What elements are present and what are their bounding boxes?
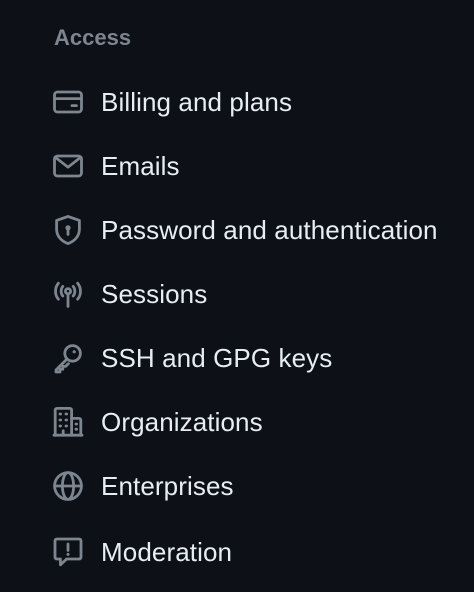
sidebar-item-label: Sessions	[101, 279, 208, 309]
sidebar-item-enterprises[interactable]: Enterprises	[0, 454, 474, 518]
sidebar-item-label: Password and authentication	[101, 215, 438, 245]
globe-icon	[52, 470, 84, 502]
credit-card-icon	[52, 86, 84, 118]
sidebar-item-password-authentication[interactable]: Password and authentication	[0, 198, 474, 262]
mail-icon	[52, 150, 84, 182]
shield-lock-icon	[52, 214, 84, 246]
sidebar-item-moderation[interactable]: Moderation	[0, 520, 474, 584]
sidebar-item-label: SSH and GPG keys	[101, 343, 333, 373]
broadcast-icon	[52, 278, 84, 310]
sidebar-item-label: Moderation	[101, 537, 233, 567]
sidebar-item-label: Organizations	[101, 407, 263, 437]
sidebar-item-ssh-gpg-keys[interactable]: SSH and GPG keys	[0, 326, 474, 390]
settings-sidebar: Access Billing and plans Emails Password…	[0, 0, 474, 592]
report-icon	[52, 536, 84, 568]
sidebar-item-billing[interactable]: Billing and plans	[0, 70, 474, 134]
sidebar-item-sessions[interactable]: Sessions	[0, 262, 474, 326]
sidebar-item-label: Billing and plans	[101, 87, 293, 117]
sidebar-item-label: Enterprises	[101, 471, 234, 501]
sidebar-item-organizations[interactable]: Organizations	[0, 390, 474, 454]
sidebar-item-label: Emails	[101, 151, 180, 181]
section-heading-access: Access	[54, 25, 132, 50]
key-icon	[52, 342, 84, 374]
organization-icon	[52, 406, 84, 438]
sidebar-item-emails[interactable]: Emails	[0, 134, 474, 198]
